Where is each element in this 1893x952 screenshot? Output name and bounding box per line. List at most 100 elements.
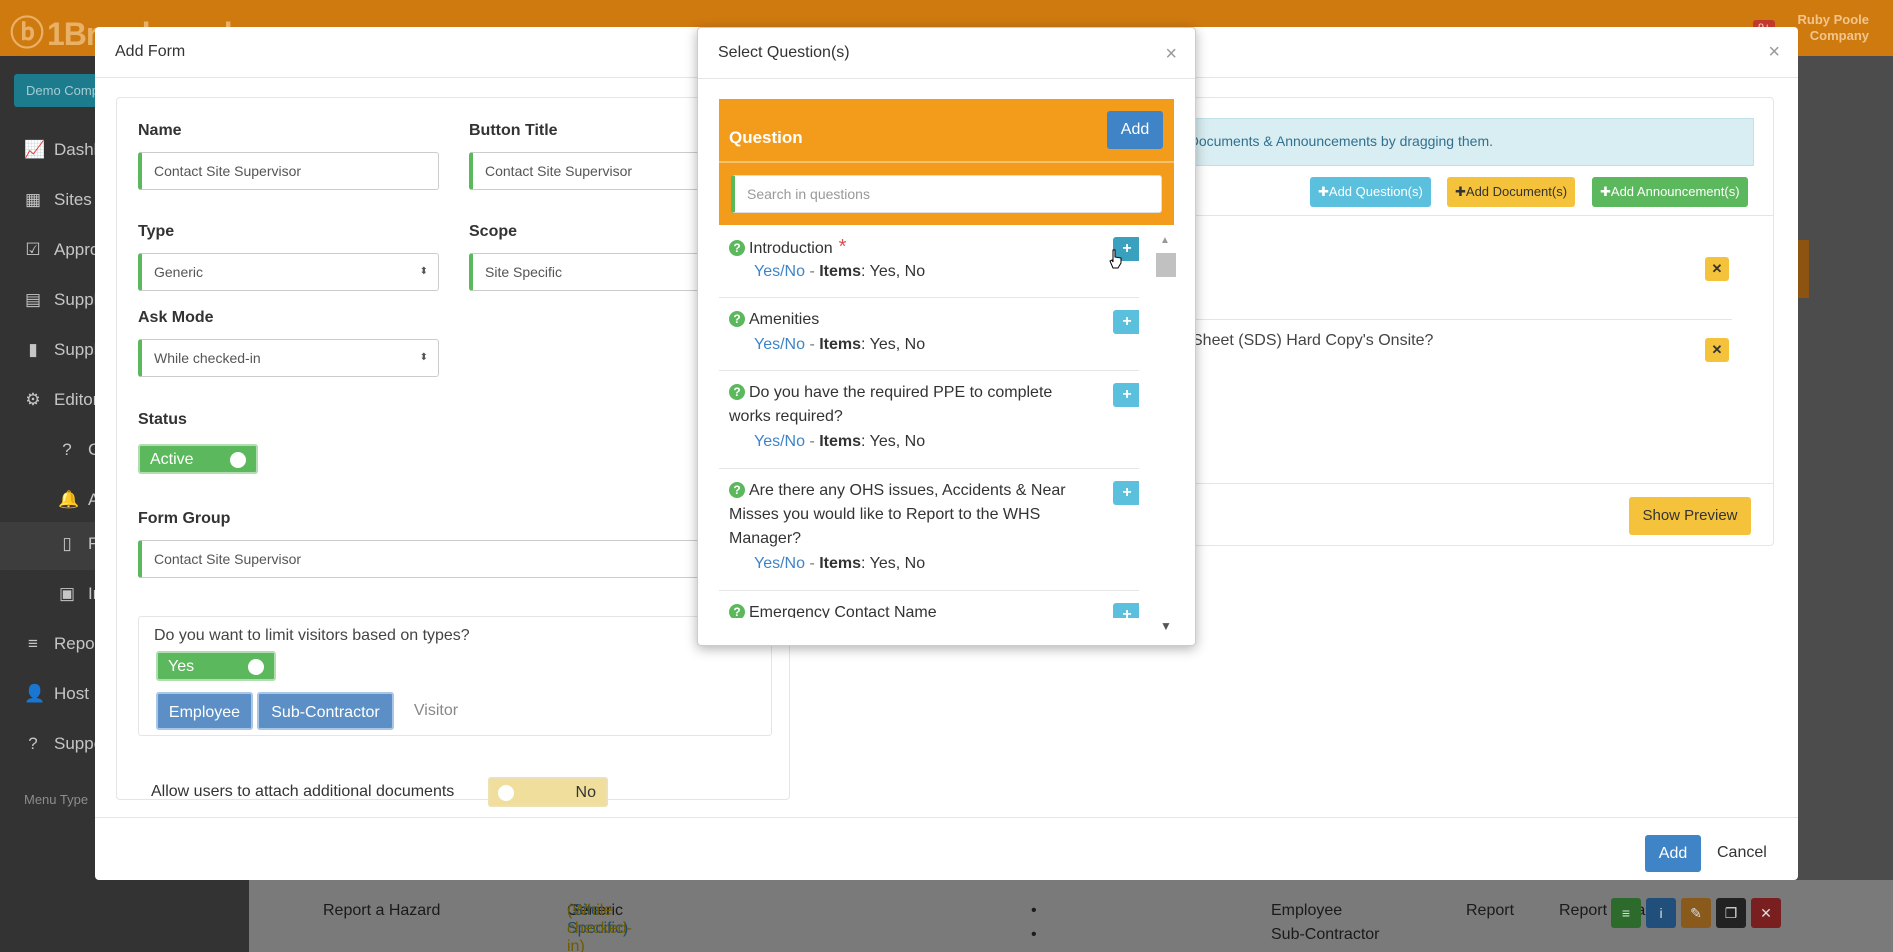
name-input[interactable]: Contact Site Supervisor xyxy=(138,152,439,190)
visitor-type-sub-contractor[interactable]: Sub-Contractor xyxy=(257,692,394,730)
visitor-type-visitor[interactable]: Visitor xyxy=(398,692,474,730)
modal-footer: Add Cancel xyxy=(95,817,1798,880)
sidebar-item-suppliers-1[interactable]: ▤ Suppl xyxy=(24,290,98,310)
search-input[interactable]: Search in questions xyxy=(731,175,1162,213)
question-meta: Yes/No - Items: Yes, No xyxy=(754,555,926,572)
sidebar-item-approvals[interactable]: ☑ Appro xyxy=(24,240,99,260)
question-icon: ? xyxy=(62,440,72,459)
sidebar-item-questions[interactable]: ?C xyxy=(58,440,100,460)
question-text: ? Are there any OHS issues, Accidents & N… xyxy=(729,482,1066,547)
sidebar-item-suppliers-2[interactable]: ▮ Suppl xyxy=(24,340,97,360)
question-text: ? Introduction * xyxy=(729,235,1069,261)
user-company: Company xyxy=(1809,28,1869,43)
scope-select[interactable]: Site Specific xyxy=(469,253,719,291)
document-icon: ▤ xyxy=(24,290,42,309)
type-select[interactable]: Generic ⬍ xyxy=(138,253,439,291)
modal-title: Add Form xyxy=(115,43,186,60)
remove-item-button-2[interactable]: ✕ xyxy=(1705,338,1729,362)
modal-title: Select Question(s) xyxy=(718,44,850,61)
sidebar-item-editor[interactable]: ⚙ Editor xyxy=(24,390,98,410)
limit-toggle[interactable]: Yes xyxy=(156,651,276,681)
add-document-button[interactable]: ✚Add Document(s) xyxy=(1447,177,1576,207)
add-button[interactable]: Add xyxy=(1645,835,1701,872)
list-item: ? Emergency Contact Name + xyxy=(719,591,1139,618)
ask-mode-select[interactable]: While checked-in ⬍ xyxy=(138,339,439,377)
row-visitor-type-2: Sub-Contractor xyxy=(1271,926,1380,943)
mouse-pointer-icon xyxy=(1109,249,1122,269)
chart-icon: 📈 xyxy=(24,140,46,159)
limit-question: Do you want to limit visitors based on t… xyxy=(154,627,470,644)
add-question-button[interactable]: ✚Add Question(s) xyxy=(1310,177,1431,207)
menu-type-label: Menu Type xyxy=(24,792,89,807)
question-meta: Yes/No - Items: Yes, No xyxy=(754,336,926,353)
form-fields-panel: Name Contact Site Supervisor Button Titl… xyxy=(116,97,790,807)
remove-item-button-1[interactable]: ✕ xyxy=(1705,257,1729,281)
toggle-knob xyxy=(248,659,264,675)
sidebar-item-dashboard[interactable]: 📈 Dashb xyxy=(24,140,103,160)
add-question-plus-button[interactable]: + xyxy=(1113,603,1139,618)
list-icon[interactable]: ≡ xyxy=(1611,898,1641,928)
background-accent-strip xyxy=(1797,240,1809,298)
visitor-type-employee[interactable]: Employee xyxy=(156,692,253,730)
add-selected-button[interactable]: Add xyxy=(1107,111,1163,149)
add-question-plus-button[interactable]: + xyxy=(1113,481,1139,505)
sidebar-item-host[interactable]: 👤 Host xyxy=(24,684,89,704)
row-bullet-1: • xyxy=(1031,902,1037,919)
user-name: Ruby Poole xyxy=(1797,12,1869,27)
bar-chart-icon: ▮ xyxy=(28,340,38,359)
question-meta: Yes/No - Items: Yes, No xyxy=(754,263,926,280)
scrollbar-thumb[interactable] xyxy=(1156,253,1176,277)
sidebar-item-reports[interactable]: ≡ Repor xyxy=(24,634,100,654)
sidebar-item-support[interactable]: ? Suppo xyxy=(24,734,103,754)
scroll-down-arrow-icon[interactable]: ▼ xyxy=(1160,619,1172,633)
cancel-button[interactable]: Cancel xyxy=(1717,844,1767,862)
edit-icon[interactable]: ✎ xyxy=(1681,898,1711,928)
add-question-plus-button[interactable]: + xyxy=(1113,310,1139,334)
row-actions: ≡ i ✎ ❐ ✕ xyxy=(1611,898,1781,928)
building-icon: ▦ xyxy=(24,190,42,209)
sds-question-text: Sheet (SDS) Hard Copy's Onsite? xyxy=(1192,332,1434,349)
form-group-input[interactable]: Contact Site Supervisor xyxy=(138,540,719,578)
close-icon[interactable]: × xyxy=(1768,41,1780,64)
row-group: Report xyxy=(1466,902,1515,919)
question-icon: ? xyxy=(729,240,745,256)
list-item: ? Introduction * Yes/No - Items: Yes, No + xyxy=(719,225,1139,298)
id-card-icon: ▣ xyxy=(58,584,76,603)
question-table-header: Question Add Search in questions xyxy=(719,99,1174,225)
question-list: ? Introduction * Yes/No - Items: Yes, No +… xyxy=(719,225,1139,618)
status-toggle[interactable]: Active xyxy=(138,444,258,474)
question-text: ? Do you have the required PPE to complet… xyxy=(729,384,1053,425)
row-visitor-type-1: Employee xyxy=(1271,902,1343,919)
copy-icon[interactable]: ❐ xyxy=(1716,898,1746,928)
close-icon[interactable]: × xyxy=(1165,43,1177,66)
button-title-input[interactable]: Contact Site Supervisor xyxy=(469,152,719,190)
help-icon: ? xyxy=(28,734,38,753)
user-gear-icon: 👤 xyxy=(24,684,46,703)
form-group-label: Form Group xyxy=(138,510,231,527)
modal-header: Select Question(s) × xyxy=(698,28,1195,79)
add-question-plus-button[interactable]: + xyxy=(1113,383,1139,407)
question-icon: ? xyxy=(729,384,745,400)
bell-icon: 🔔 xyxy=(58,490,80,509)
list-item: ? Amenities Yes/No - Items: Yes, No + xyxy=(719,298,1139,371)
type-label: Type xyxy=(138,223,175,240)
question-meta: Yes/No - Items: Yes, No xyxy=(754,433,926,450)
scrollbar[interactable]: ▲ ▼ xyxy=(1153,235,1176,633)
question-text: ? Emergency Contact Name xyxy=(729,601,1069,618)
delete-icon[interactable]: ✕ xyxy=(1751,898,1781,928)
file-icon: ▯ xyxy=(62,534,72,553)
scroll-up-arrow-icon[interactable]: ▲ xyxy=(1160,235,1170,246)
sidebar-item-announcements[interactable]: 🔔 A xyxy=(58,490,99,510)
attach-documents-toggle[interactable]: No xyxy=(488,777,608,807)
sidebar-item-forms[interactable]: ▯ F xyxy=(58,534,98,554)
row-bullet-2: • xyxy=(1031,926,1037,943)
info-icon[interactable]: i xyxy=(1646,898,1676,928)
add-announcement-button[interactable]: ✚Add Announcement(s) xyxy=(1592,177,1748,207)
user-menu[interactable]: Ruby Poole Company xyxy=(1797,12,1869,44)
sidebar-item-sites[interactable]: ▦ Sites xyxy=(24,190,92,210)
show-preview-button[interactable]: Show Preview xyxy=(1629,497,1751,535)
select-arrows-icon: ⬍ xyxy=(419,266,428,277)
list-item: ? Do you have the required PPE to complet… xyxy=(719,371,1139,469)
button-title-label: Button Title xyxy=(469,122,558,139)
select-arrows-icon: ⬍ xyxy=(419,352,428,363)
